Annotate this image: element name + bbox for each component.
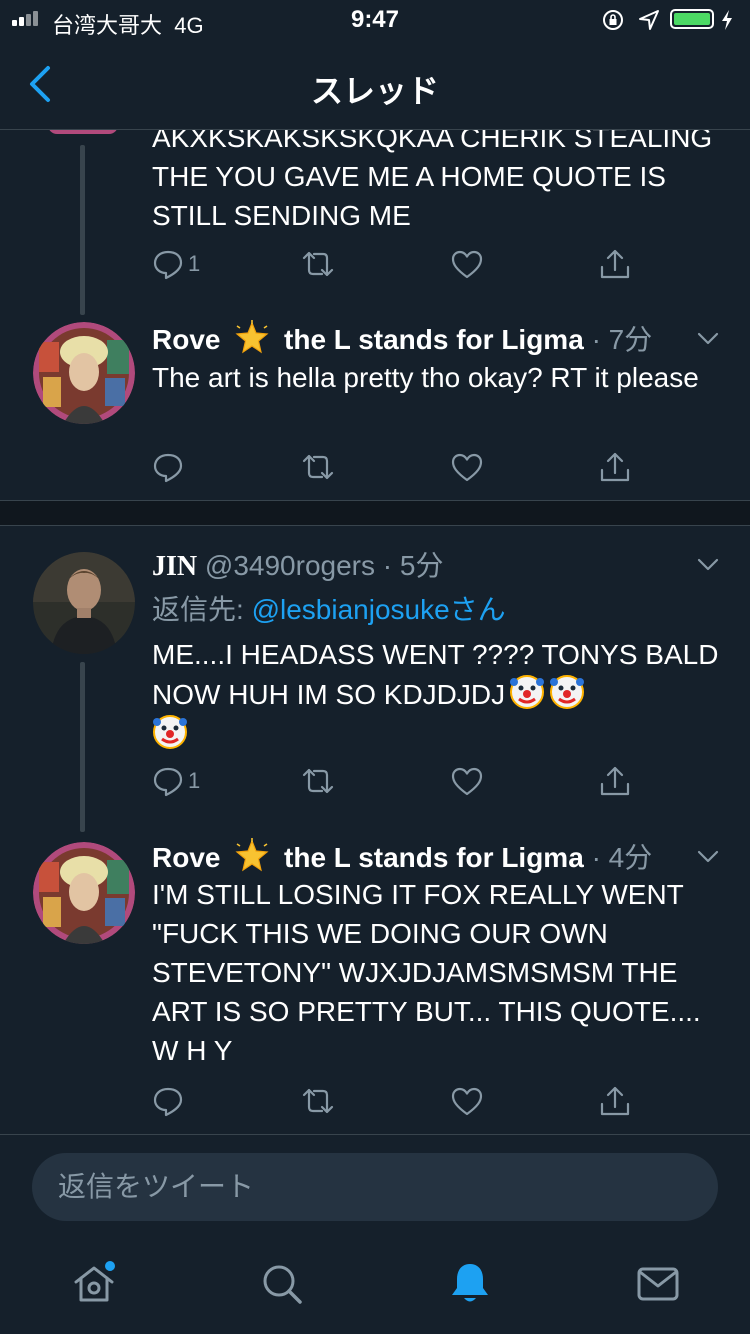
tweet-actions [152, 447, 632, 487]
home-icon [74, 1261, 115, 1302]
reply-icon [153, 250, 183, 280]
reply-count: 1 [188, 251, 201, 276]
replying-to: 返信先: @lesbianjosukeさん [152, 588, 506, 628]
share-button[interactable] [598, 244, 632, 284]
tweet-actions: 1 [152, 761, 632, 801]
glowing-star-icon [235, 320, 269, 354]
retweet-icon [302, 1088, 334, 1114]
tweet-header: Rove the L stands for Ligma · 7分 [152, 320, 652, 358]
notifications-icon [452, 1264, 488, 1302]
avatar[interactable] [33, 842, 135, 944]
avatar-image [33, 552, 135, 654]
reply-button[interactable] [152, 447, 184, 487]
tweet-time: · 5分 [382, 550, 444, 581]
messages-icon [637, 1267, 679, 1301]
tweet-time: · 7分 [591, 324, 653, 355]
tab-search[interactable] [258, 1260, 306, 1308]
share-icon [600, 1086, 630, 1116]
tweet-text: ME....I HEADASS WENT ???? TONYS BALD NOW… [152, 635, 722, 754]
share-button[interactable] [598, 447, 632, 487]
tweet-actions [152, 1081, 632, 1121]
page-title: スレッド [310, 73, 439, 109]
tweet-text: I'M STILL LOSING IT FOX REALLY WENT "FUC… [152, 879, 701, 1066]
replying-to-prefix: 返信先: [152, 594, 252, 625]
tweet-actions: 1 [152, 244, 632, 284]
charging-icon [722, 10, 732, 30]
reply-to-suffix: さん [449, 594, 506, 625]
avatar-image [33, 322, 135, 424]
tweet-text: The art is hella pretty tho okay? RT it … [152, 362, 699, 393]
heart-icon [451, 1087, 483, 1116]
chevron-down-icon[interactable] [696, 844, 720, 868]
retweet-button[interactable] [300, 447, 336, 487]
like-button[interactable] [450, 447, 484, 487]
tab-bar [0, 1238, 750, 1334]
share-button[interactable] [598, 761, 632, 801]
reply-button[interactable]: 1 [152, 761, 200, 801]
avatar-image [33, 842, 135, 944]
tweet-handle[interactable]: @3490rogers [205, 550, 375, 581]
search-icon [263, 1265, 302, 1304]
avatar[interactable] [33, 322, 135, 424]
retweet-button[interactable] [300, 761, 336, 801]
tweet-text: AKXKSKAKSKSKQKAA CHERIK STEALING THE YOU… [152, 150, 712, 230]
share-button[interactable] [598, 1081, 632, 1121]
tweet-text-clip: AKXKSKAKSKSKQKAA CHERIK STEALING THE YOU… [0, 130, 750, 150]
tweet-text: AKXKSKAKSKSKQKAA CHERIK STEALING THE YOU… [152, 130, 713, 150]
display-name[interactable]: Rove [152, 842, 220, 873]
thread-line [80, 662, 85, 832]
reply-icon [153, 1087, 183, 1117]
orientation-lock-icon [603, 10, 623, 30]
tweet-text-clip-2: AKXKSKAKSKSKQKAA CHERIK STEALING THE YOU… [0, 150, 750, 230]
like-button[interactable] [450, 1081, 484, 1121]
heart-icon [451, 767, 483, 796]
chevron-down-icon[interactable] [696, 326, 720, 350]
battery-icon [670, 9, 714, 29]
like-button[interactable] [450, 761, 484, 801]
heart-icon [451, 453, 483, 482]
chevron-down-icon[interactable] [696, 552, 720, 576]
tab-notifications[interactable] [446, 1260, 494, 1308]
retweet-icon [302, 768, 334, 794]
display-name[interactable]: JIN [152, 551, 197, 582]
share-icon [600, 452, 630, 482]
share-icon [600, 249, 630, 279]
display-name[interactable]: Rove [152, 324, 220, 355]
like-button[interactable] [450, 244, 484, 284]
glowing-star-icon [235, 838, 269, 872]
reply-icon [153, 767, 183, 797]
tab-home[interactable] [70, 1260, 118, 1308]
reply-input[interactable] [32, 1153, 718, 1221]
display-name-suffix: the L stands for Ligma [284, 324, 584, 355]
tweet-text-body: ME....I HEADASS WENT ???? TONYS BALD NOW… [152, 639, 719, 710]
tweet-header: Rove the L stands for Ligma · 4分 [152, 838, 652, 876]
reply-button[interactable]: 1 [152, 244, 200, 284]
avatar[interactable] [33, 552, 135, 654]
clown-face-icon [550, 675, 585, 709]
reply-count: 1 [188, 768, 201, 793]
share-icon [600, 766, 630, 796]
reply-icon [153, 453, 183, 483]
nav-header: スレッド [0, 40, 750, 130]
tab-messages[interactable] [634, 1260, 682, 1308]
status-bar: 台湾大哥大 4G 9:47 [0, 0, 750, 40]
location-icon [639, 10, 659, 30]
clown-face-icon [510, 675, 545, 709]
tweet-time: · 4分 [591, 842, 653, 873]
retweet-button[interactable] [300, 244, 336, 284]
retweet-icon [302, 251, 334, 277]
reply-button[interactable] [152, 1081, 184, 1121]
clown-face-icon [153, 715, 187, 749]
retweet-icon [302, 454, 334, 480]
display-name-suffix: the L stands for Ligma [284, 842, 584, 873]
retweet-button[interactable] [300, 1081, 336, 1121]
section-divider [0, 500, 750, 526]
reply-composer [0, 1134, 750, 1238]
reply-to-link[interactable]: @lesbianjosuke [252, 594, 450, 625]
heart-icon [451, 250, 483, 279]
tweet-header: JIN @3490rogers · 5分 [152, 548, 443, 585]
